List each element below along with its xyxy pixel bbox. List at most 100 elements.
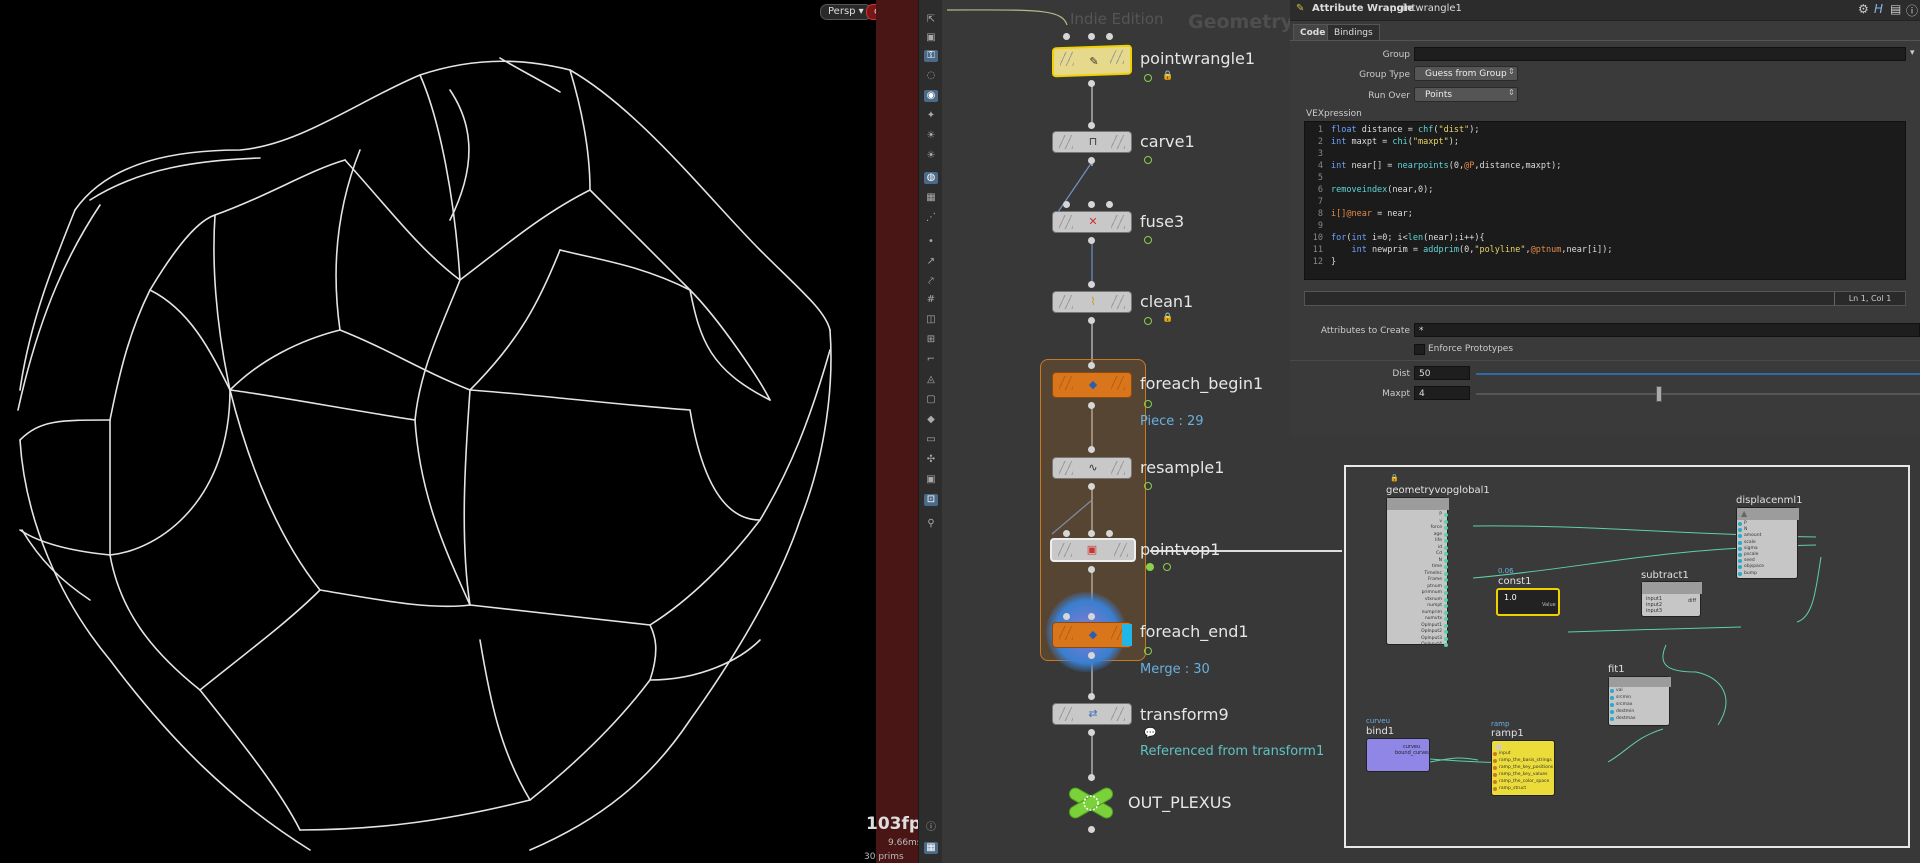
port-dot[interactable] [1444,519,1448,524]
port-row[interactable]: vtxnum [1387,597,1449,603]
port-row[interactable]: srcmax [1609,702,1671,708]
node-pointwrangle1[interactable]: ✎ [1052,44,1132,78]
port-dot[interactable] [1493,780,1497,784]
light-2-icon[interactable]: ☀ [924,150,938,162]
port-dot[interactable] [1444,610,1448,615]
port-row[interactable]: destmin [1609,709,1671,715]
port-dot[interactable] [1738,565,1742,570]
node-input[interactable] [1088,281,1095,288]
port-row[interactable]: amount [1737,533,1799,539]
port-row[interactable]: OpInput3 [1387,636,1449,642]
node-output[interactable] [1088,317,1095,324]
tab-bindings[interactable]: Bindings [1327,24,1380,41]
group-field[interactable] [1414,47,1906,61]
dist-slider[interactable] [1476,373,1920,375]
port-row[interactable]: time [1387,564,1449,570]
display-flag-icon[interactable] [1144,236,1152,244]
port-dot[interactable] [1444,617,1448,621]
node-input[interactable] [1088,122,1095,129]
maxpt-slider[interactable] [1476,393,1920,395]
vop-fit1[interactable]: val srcmin srcmax destmin destmax [1608,676,1671,726]
node-output[interactable] [1088,80,1095,87]
render-flag-icon[interactable] [1122,624,1132,646]
node-foreach-end1[interactable]: ◆ [1052,622,1132,648]
port-row[interactable]: ptnum [1387,584,1449,590]
node-input[interactable] [1063,33,1070,40]
node-input[interactable] [1063,530,1070,537]
port-dot[interactable] [1738,528,1742,533]
port-row[interactable]: ramp_the_key_positions [1492,765,1556,771]
node-output[interactable] [1088,402,1095,409]
point-icon[interactable]: • [924,236,938,248]
port-row[interactable]: input [1492,751,1556,757]
port-dot[interactable] [1493,773,1497,777]
port-row[interactable]: numprim [1387,610,1449,616]
group-type-menu[interactable]: Guess from Group [1414,66,1518,81]
port-row[interactable]: numvtx [1387,616,1449,622]
normals-icon[interactable]: ↗ [924,256,938,268]
node-output[interactable] [1088,729,1095,736]
comment-icon[interactable]: 💬 [1144,728,1156,739]
port-dot[interactable] [1493,759,1497,763]
pin-icon[interactable]: ⚲ [924,518,938,530]
dist-field[interactable]: 50 [1414,366,1470,380]
node-output[interactable] [1088,566,1095,573]
port-row[interactable]: Cd [1387,551,1449,557]
bulb-icon[interactable]: ☀ [924,130,938,142]
port-dot[interactable] [1738,540,1742,545]
numbers-icon[interactable]: # [924,294,938,306]
port-row[interactable]: scale [1737,540,1799,546]
port-row[interactable]: N [1387,558,1449,564]
attributes-to-create-field[interactable]: * [1414,323,1920,337]
vop-displacenml1[interactable]: ▲ P Namount scale sigma pscale seed objspace bu… [1736,507,1799,579]
display-flag-icon[interactable] [1144,400,1152,408]
vertex-normals-icon[interactable]: ⤤ [924,276,938,288]
node-input[interactable] [1106,530,1113,537]
port-row[interactable]: ramp_the_color_space [1492,779,1556,785]
view-icon[interactable]: ▭ [924,434,938,446]
background-icon[interactable]: ▦ [924,192,938,204]
node-output[interactable] [1088,237,1095,244]
display-flag-icon[interactable] [1144,482,1152,490]
persp-dropdown[interactable]: Persp ▾ [820,4,872,20]
port-dot[interactable] [1444,623,1448,628]
port-dot[interactable] [1444,558,1448,563]
port-dot[interactable] [1738,553,1742,557]
port-dot[interactable] [1444,532,1448,537]
port-dot[interactable] [1444,513,1448,517]
node-name-label[interactable]: pointwrangle1 [1390,3,1462,14]
node-carve1[interactable]: ⊓ [1052,131,1132,153]
node-out-plexus[interactable] [1063,783,1119,823]
gear-icon[interactable]: ⚙ [1858,2,1869,16]
node-foreach-begin1[interactable]: ◆ [1052,372,1132,398]
port-row[interactable]: val [1609,688,1671,694]
port-dot[interactable] [1493,787,1497,791]
display-flag-icon[interactable] [1146,563,1154,571]
display-flag-icon[interactable] [1144,156,1152,164]
port-row[interactable]: primnum [1387,590,1449,596]
node-input[interactable] [1106,33,1113,40]
port-row[interactable]: force [1387,525,1449,531]
node-output[interactable] [1088,652,1095,659]
info-icon[interactable]: ⓘ [1906,2,1918,19]
port-row[interactable]: TimeInc [1387,571,1449,577]
lock-view-icon[interactable]: ⚿ [924,50,938,62]
vop-bind1[interactable]: curveu bound_curveu [1366,738,1430,772]
port-dot[interactable] [1610,696,1614,700]
run-over-menu[interactable]: Points [1414,87,1518,102]
port-row[interactable]: Frame [1387,577,1449,583]
port-dot[interactable] [1444,630,1448,634]
node-output[interactable] [1088,483,1095,490]
port-dot[interactable] [1610,703,1614,707]
port-dot[interactable] [1444,578,1448,582]
port-row[interactable]: bump [1737,571,1799,577]
node-resample1[interactable]: ∿ [1052,457,1132,479]
group-dropdown-icon[interactable]: ▾ [1910,48,1915,58]
node-transform9[interactable]: ⇄ [1052,703,1132,725]
port-dot[interactable] [1444,597,1448,602]
grid-toggle-icon[interactable]: ⊞ [924,334,938,346]
port-row[interactable]: OpInput2 [1387,629,1449,635]
port-dot[interactable] [1444,552,1448,556]
node-input[interactable] [1088,201,1095,208]
vop-geometryvopglobal1[interactable]: Pv force age life id Cd Ntime TimeInc Frame ptnum… [1386,497,1449,647]
